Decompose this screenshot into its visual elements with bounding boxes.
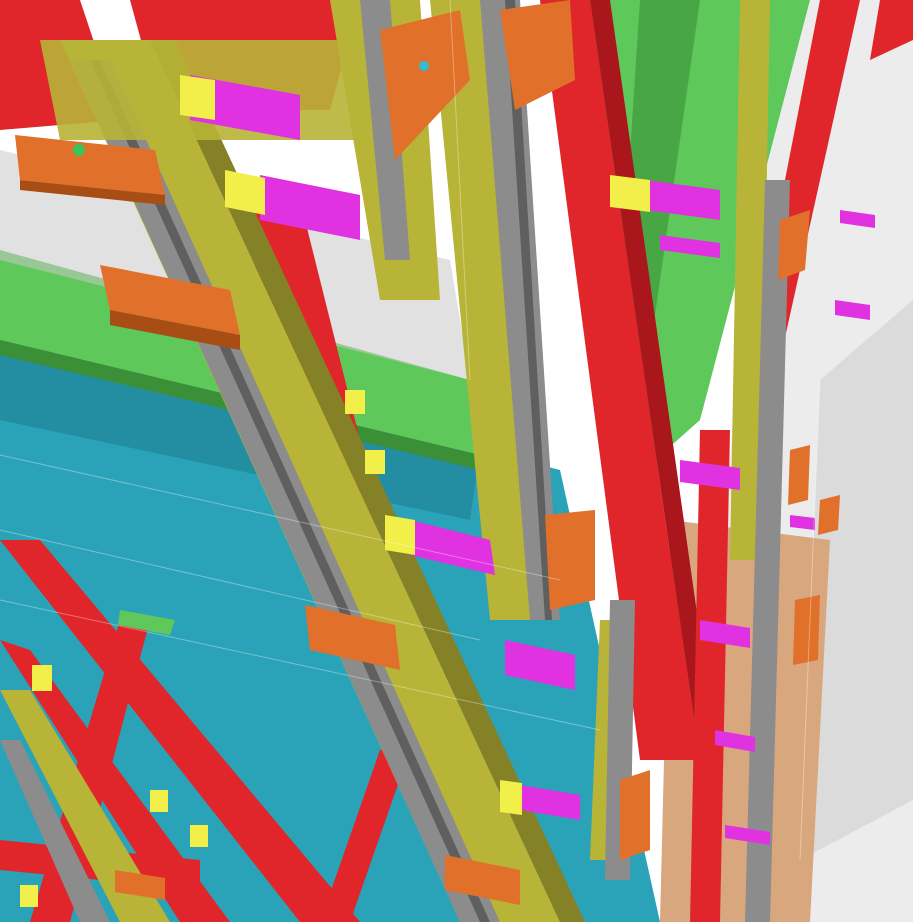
- orange-bracket: [620, 770, 650, 860]
- yellow-plug: [32, 665, 52, 691]
- yellow-plug: [365, 450, 385, 474]
- teal-marker: [419, 61, 429, 71]
- model-canvas[interactable]: [0, 0, 913, 922]
- orange-bracket: [793, 595, 820, 665]
- orange-bracket: [788, 445, 810, 505]
- yellow-plug: [345, 390, 365, 414]
- green-marker: [73, 144, 85, 156]
- yellow-plug: [190, 825, 208, 847]
- yellow-plate: [385, 515, 415, 555]
- yellow-plug: [20, 885, 38, 907]
- yellow-plate: [500, 780, 522, 815]
- yellow-plate: [180, 75, 215, 120]
- yellow-plate: [610, 175, 650, 212]
- model-viewport[interactable]: [0, 0, 913, 922]
- orange-bracket: [818, 495, 840, 535]
- orange-bracket: [545, 510, 595, 610]
- yellow-plug: [150, 790, 168, 812]
